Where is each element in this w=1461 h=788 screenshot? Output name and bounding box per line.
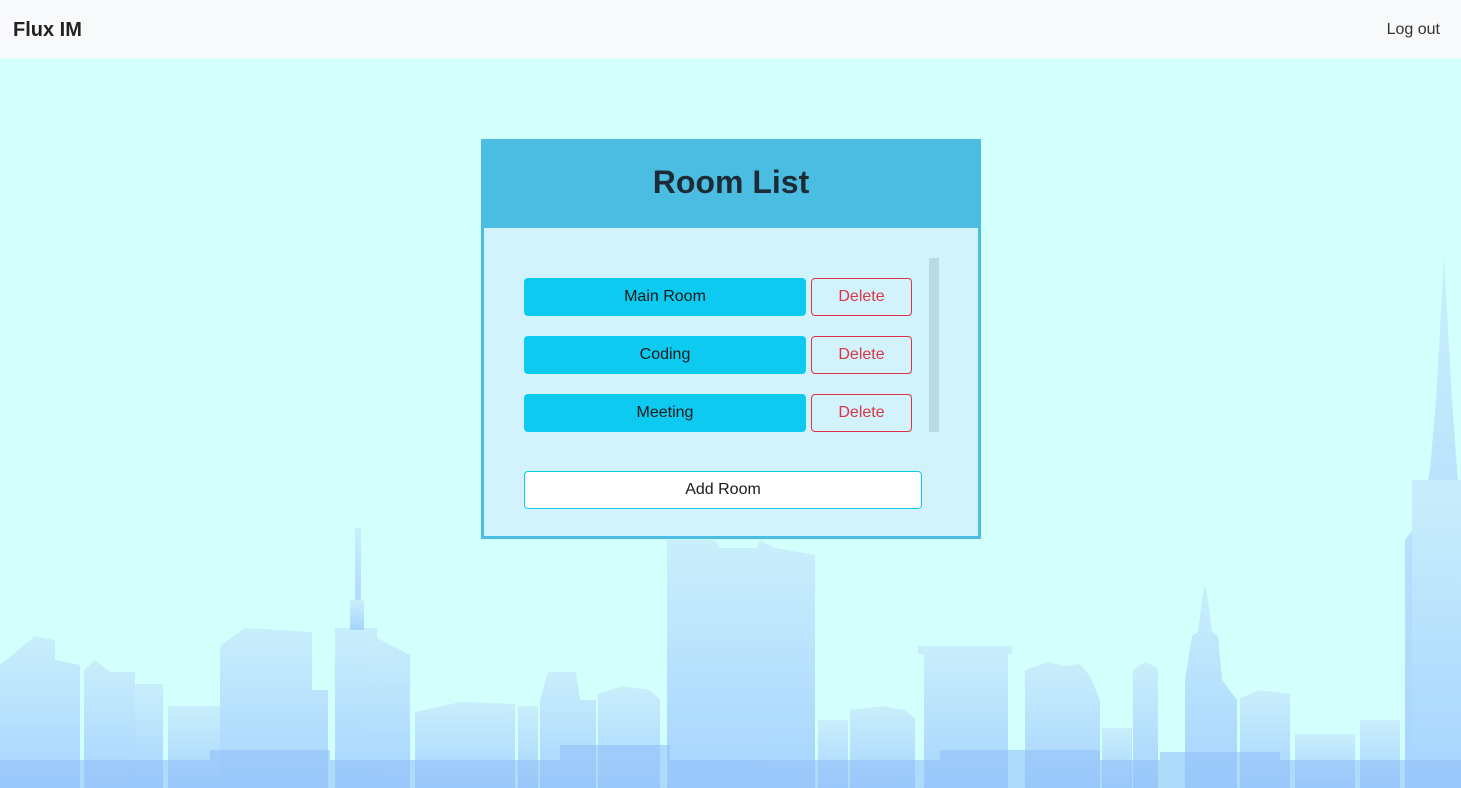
brand-logo[interactable]: Flux IM <box>13 18 82 42</box>
list-item: Main Room Delete <box>524 278 924 316</box>
delete-room-button[interactable]: Delete <box>811 394 912 432</box>
room-button-meeting[interactable]: Meeting <box>524 394 806 432</box>
list-item: Coding Delete <box>524 336 924 374</box>
add-room-button[interactable]: Add Room <box>524 471 922 509</box>
logout-link[interactable]: Log out <box>1387 20 1440 40</box>
delete-room-button[interactable]: Delete <box>811 278 912 316</box>
card-header: Room List <box>484 142 978 228</box>
room-list-scrollbar[interactable] <box>929 258 939 432</box>
top-navbar: Flux IM Log out <box>0 0 1461 58</box>
room-button-main-room[interactable]: Main Room <box>524 278 806 316</box>
delete-room-button[interactable]: Delete <box>811 336 912 374</box>
room-list-card: Room List Main Room Delete Coding Delete… <box>481 139 981 539</box>
page-title: Room List <box>652 164 810 200</box>
list-item: Meeting Delete <box>524 394 924 432</box>
room-button-coding[interactable]: Coding <box>524 336 806 374</box>
